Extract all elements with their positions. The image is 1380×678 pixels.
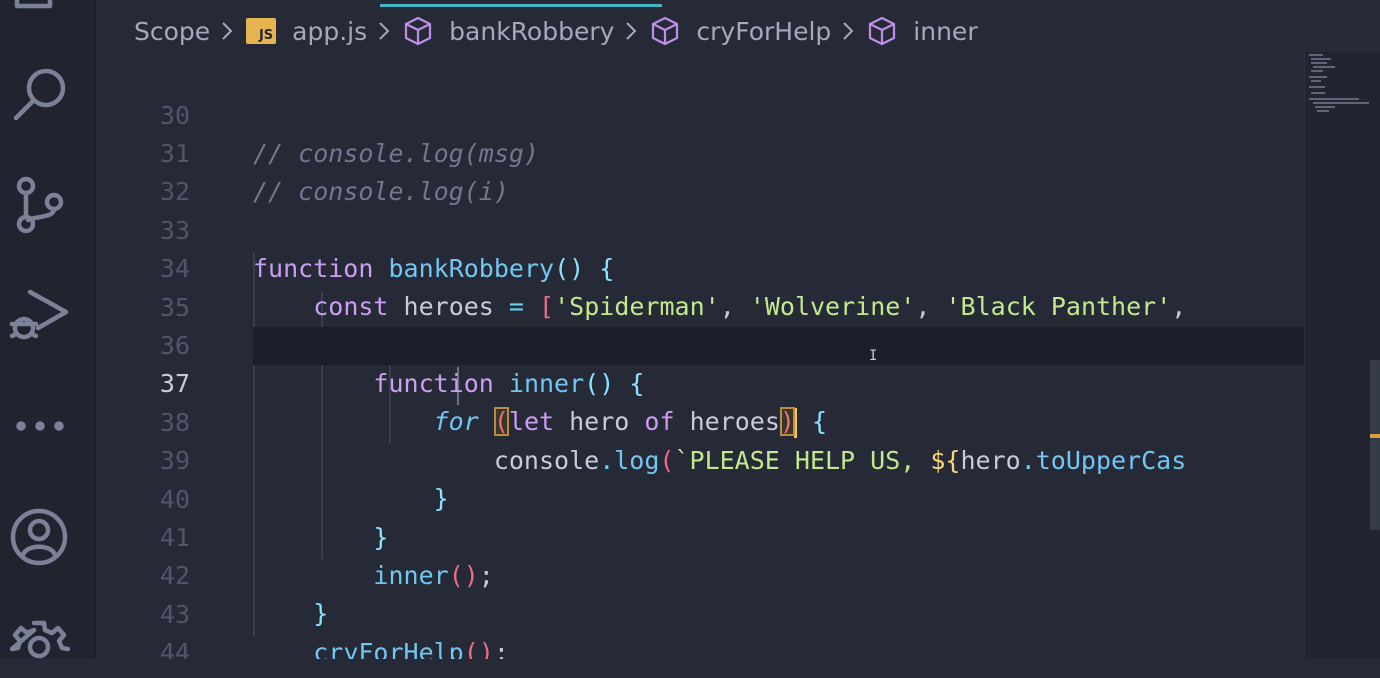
code-line: 31 // console.log(i) [96,97,1304,206]
code-line: 42 } [96,519,1304,628]
code-editor[interactable]: 30 // console.log(msg) 31 // console.log… [96,59,1304,659]
search-icon[interactable] [10,66,105,126]
symbol-cube-icon [403,16,433,46]
code-line: 32 [96,135,1304,206]
files-icon[interactable] [14,0,109,10]
breadcrumb-item-inner[interactable]: inner [867,16,978,46]
code-line: 34 const heroes = ['Spiderman', 'Wolveri… [96,212,1304,321]
minimap-line [1317,110,1329,112]
minimap-line [1313,66,1335,68]
minimap-line [1309,76,1327,78]
scrollbar-thumb[interactable] [1370,360,1380,530]
minimap-line [1311,92,1325,94]
code-line: 35 function cryForHelp() { [96,251,1304,360]
minimap[interactable] [1304,52,1380,658]
chevron-right-icon [221,21,233,41]
run-debug-icon[interactable] [8,286,103,346]
chevron-right-icon [842,21,854,41]
code-line: 41 inner(); [96,481,1304,590]
js-file-icon: JS [246,18,277,44]
minimap-line [1311,70,1323,72]
breadcrumb-item-scope[interactable]: Scope [134,17,210,46]
breadcrumb-item-bankrobbery[interactable]: bankRobbery [403,16,614,46]
code-line: 43 cryForHelp(); [96,558,1304,659]
code-line: 33 function bankRobbery() { [96,174,1304,283]
code-line: 38 console.log(`PLEASE HELP US, ${hero.t… [96,366,1304,475]
code-line: 39 } [96,404,1304,513]
account-icon[interactable] [10,508,105,568]
minimap-line [1311,62,1327,64]
line-number: 44 [159,638,190,659]
settings-gear-icon[interactable] [10,618,105,678]
minimap-line [1313,102,1369,104]
line-number: 36 [159,331,190,360]
code-line-current: 37 for (let hero of heroes) { [160,327,1304,438]
code-line: 44 } [96,596,1304,659]
minimap-line [1315,106,1335,108]
minimap-line [1309,98,1359,100]
code-line: 36 function inner() { [96,289,1304,398]
breadcrumb-item-cryforhelp[interactable]: cryForHelp [650,16,831,46]
breadcrumb: Scope JS app.js bankRobbery cryForHelp i… [134,10,978,52]
minimap-line [1311,58,1331,60]
scrollbar-marker [1370,434,1380,438]
chevron-right-icon [378,21,390,41]
symbol-cube-icon [650,16,680,46]
active-tab-indicator [380,4,662,7]
minimap-line [1309,86,1325,88]
minimap-line [1309,54,1323,56]
minimap-line [1311,80,1321,82]
code-line: 30 // console.log(msg) [96,59,1304,168]
source-control-icon[interactable] [12,176,107,236]
code-line: 40 } [96,443,1304,552]
breadcrumb-item-file[interactable]: JS app.js [246,17,367,46]
activity-bar [0,0,96,659]
symbol-cube-icon [867,16,897,46]
mouse-ibeam-icon: I [869,348,878,364]
chevron-right-icon [625,21,637,41]
